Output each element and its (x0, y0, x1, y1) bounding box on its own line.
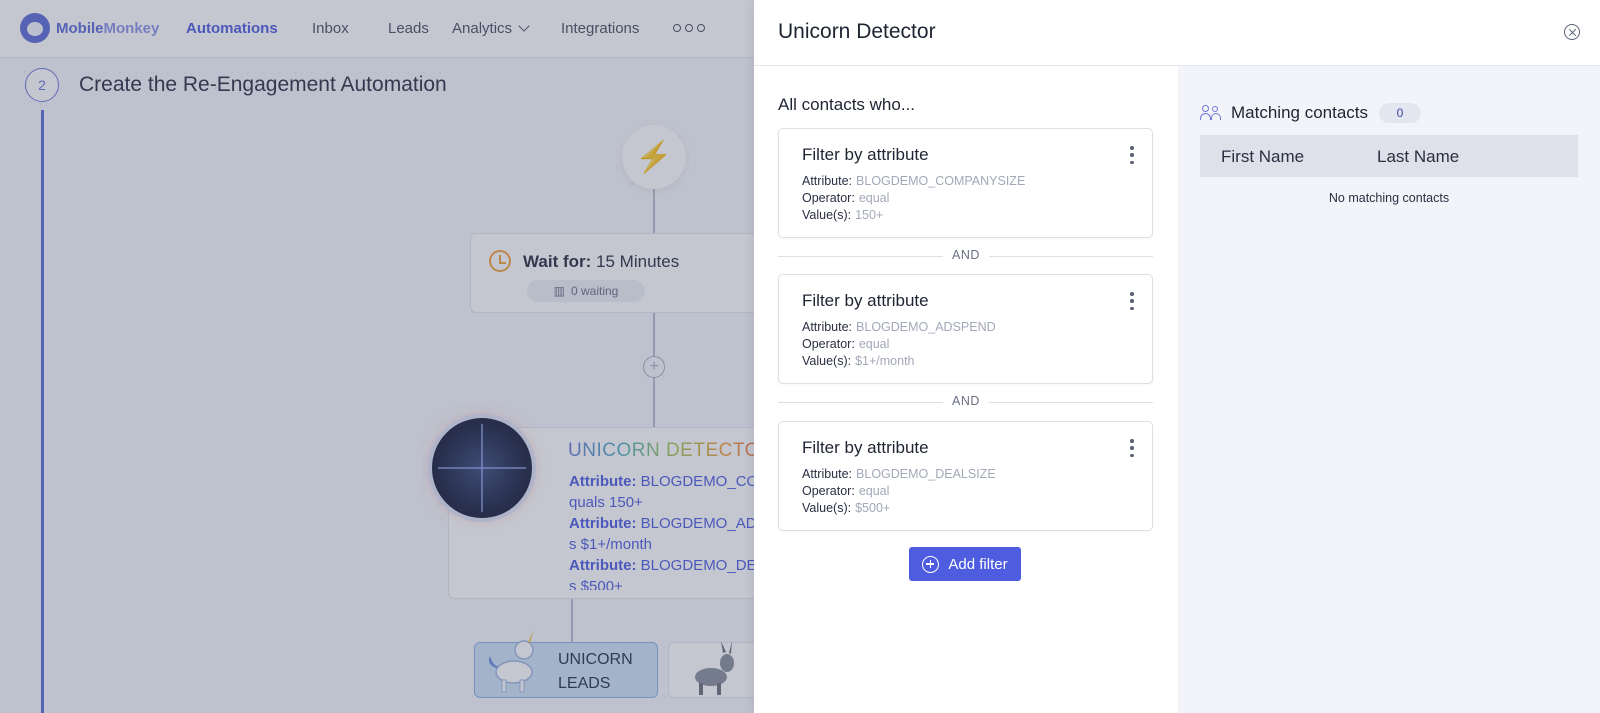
and-label: AND (943, 248, 989, 262)
matching-contacts-header: Matching contacts 0 (1200, 103, 1422, 123)
filter-card[interactable]: Filter by attribute Attribute: BLOGDEMO_D… (778, 421, 1153, 531)
filters-heading: All contacts who... (778, 95, 916, 114)
filter-card[interactable]: Filter by attribute Attribute: BLOGDEMO_A… (778, 274, 1153, 384)
filter-values: Value(s): $1+/month (802, 354, 915, 368)
plus-circle-icon (922, 555, 940, 573)
filter-operator: Operator: equal (802, 337, 890, 351)
filters-column: All contacts who... Filter by attribute … (754, 66, 1178, 713)
modal-backdrop[interactable] (0, 0, 754, 713)
panel-header: Unicorn Detector (754, 0, 1600, 66)
close-icon[interactable] (1564, 24, 1580, 40)
filter-title: Filter by attribute (802, 438, 929, 457)
add-filter-label: Add filter (948, 555, 1008, 573)
segment-panel: Unicorn Detector All contacts who... Fil… (754, 0, 1600, 713)
kebab-menu-icon[interactable] (1130, 439, 1134, 457)
filter-attribute: Attribute: BLOGDEMO_DEALSIZE (802, 467, 996, 481)
filter-attribute: Attribute: BLOGDEMO_ADSPEND (802, 320, 996, 334)
and-separator: AND (778, 393, 1153, 411)
filter-operator: Operator: equal (802, 484, 890, 498)
empty-state-message: No matching contacts (1328, 191, 1450, 205)
matching-contacts-title: Matching contacts (1231, 103, 1369, 122)
filter-attribute: Attribute: BLOGDEMO_COMPANYSIZE (802, 174, 1026, 188)
filter-title: Filter by attribute (802, 291, 929, 310)
filter-values: Value(s): $500+ (802, 501, 891, 515)
matching-count-badge: 0 (1379, 103, 1422, 123)
column-last-name[interactable]: Last Name (1377, 147, 1459, 167)
add-filter-button[interactable]: Add filter (909, 547, 1021, 581)
contacts-table-header: First Name Last Name (1200, 135, 1578, 177)
and-separator: AND (778, 247, 1153, 265)
kebab-menu-icon[interactable] (1130, 146, 1134, 164)
users-icon (1200, 105, 1222, 121)
filter-card[interactable]: Filter by attribute Attribute: BLOGDEMO_C… (778, 128, 1153, 238)
matching-contacts-column: Matching contacts 0 First Name Last Name… (1178, 66, 1600, 713)
filter-operator: Operator: equal (802, 191, 890, 205)
and-label: AND (943, 394, 989, 408)
kebab-menu-icon[interactable] (1130, 292, 1134, 310)
panel-title: Unicorn Detector (778, 20, 936, 43)
filter-values: Value(s): 150+ (802, 208, 884, 222)
column-first-name[interactable]: First Name (1221, 147, 1304, 167)
filter-title: Filter by attribute (802, 145, 929, 164)
